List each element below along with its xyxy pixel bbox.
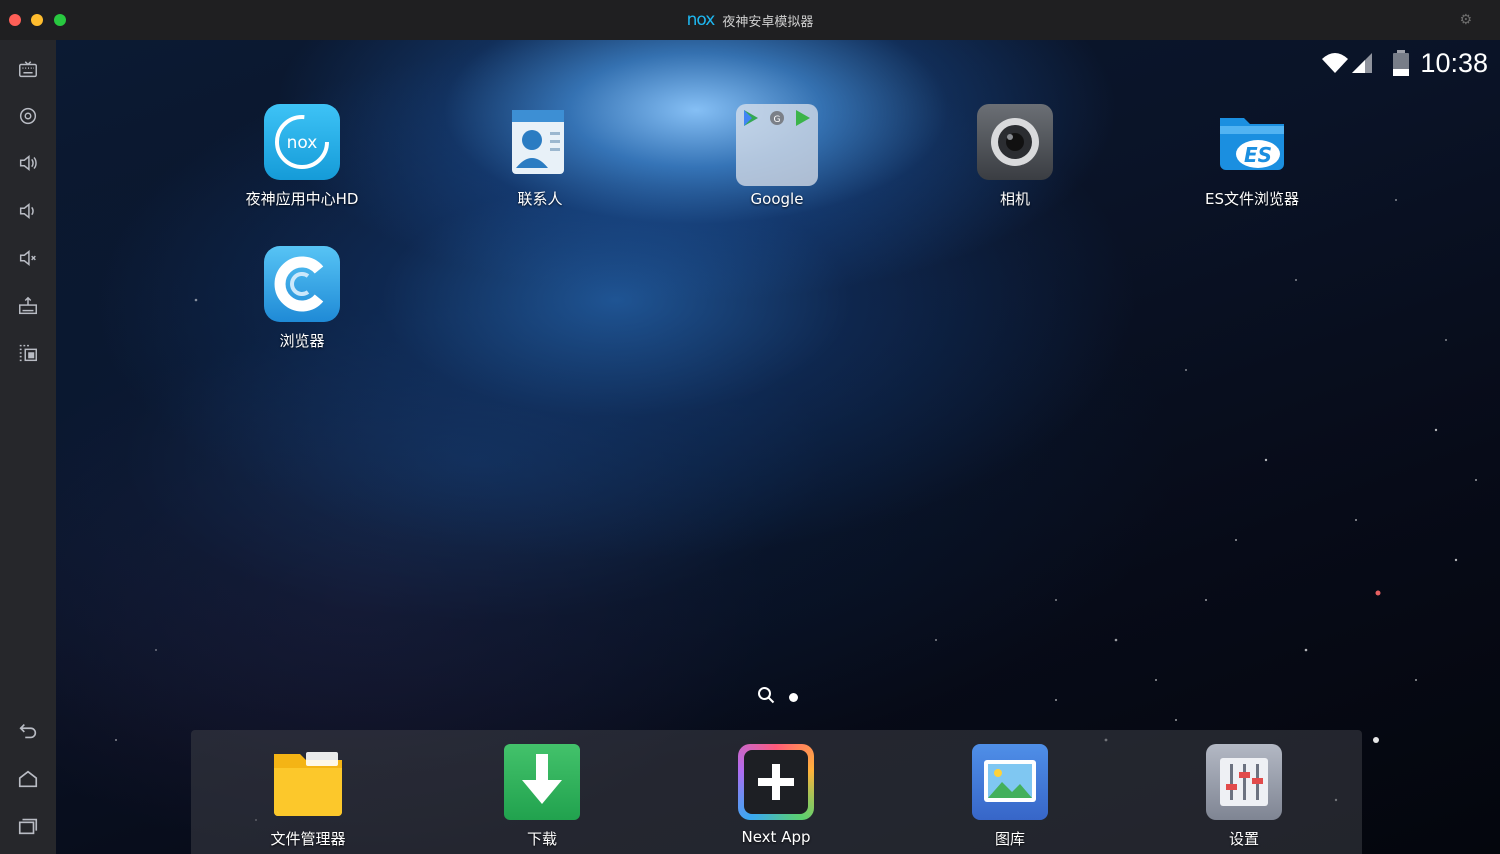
app-es-file-explorer[interactable]: ES ES文件浏览器 xyxy=(1177,104,1327,209)
app-label: 浏览器 xyxy=(279,332,325,350)
app-label: 下载 xyxy=(526,830,557,848)
app-gallery[interactable]: 图库 xyxy=(935,744,1085,849)
next-app-icon xyxy=(738,744,814,820)
app-label: 文件管理器 xyxy=(270,830,346,848)
signal-icons xyxy=(1322,53,1373,73)
volume-down-icon[interactable] xyxy=(16,199,40,223)
recent-apps-icon[interactable] xyxy=(16,814,40,838)
volume-up-icon[interactable] xyxy=(16,151,40,175)
app-dock: 文件管理器 下载 Next App 图库 设置 xyxy=(191,730,1362,854)
app-label: 设置 xyxy=(1228,830,1259,848)
status-bar: 10:38 xyxy=(1320,48,1488,78)
app-browser[interactable]: 浏览器 xyxy=(227,246,377,351)
status-clock: 10:38 xyxy=(1420,47,1488,78)
nox-logo: nox xyxy=(686,10,716,30)
app-label: ES文件浏览器 xyxy=(1205,190,1299,208)
file-manager-icon xyxy=(270,744,346,820)
app-label: 图库 xyxy=(994,830,1025,848)
browser-icon xyxy=(264,246,340,322)
window-title-text: 夜神安卓模拟器 xyxy=(722,14,814,30)
download-icon xyxy=(504,744,580,820)
sidebar-toolbar xyxy=(0,40,56,854)
app-contacts[interactable]: 联系人 xyxy=(465,104,615,209)
app-label: 相机 xyxy=(999,190,1030,208)
google-folder-icon: G xyxy=(736,104,818,186)
window-title: nox 夜神安卓模拟器 xyxy=(0,0,1500,40)
battery-icon xyxy=(1393,50,1410,76)
svg-text:G: G xyxy=(774,115,781,125)
home-icon[interactable] xyxy=(16,767,40,791)
app-next-app[interactable]: Next App xyxy=(701,744,851,846)
location-icon[interactable] xyxy=(16,104,40,128)
gallery-icon xyxy=(972,744,1048,820)
app-nox-app-center[interactable]: nox 夜神应用中心HD xyxy=(227,104,377,209)
apk-install-icon[interactable] xyxy=(16,294,40,318)
nox-app-center-icon: nox xyxy=(264,104,340,180)
app-settings[interactable]: 设置 xyxy=(1169,744,1319,849)
app-file-manager[interactable]: 文件管理器 xyxy=(233,744,383,849)
settings-gear-icon[interactable]: ⚙ xyxy=(1459,12,1472,28)
contacts-icon xyxy=(502,104,578,180)
multi-instance-icon[interactable] xyxy=(16,341,40,365)
app-camera[interactable]: 相机 xyxy=(940,104,1090,209)
page-dot-active[interactable] xyxy=(788,692,798,702)
es-file-explorer-icon: ES xyxy=(1214,104,1290,180)
mute-icon[interactable] xyxy=(16,246,40,270)
camera-icon xyxy=(977,104,1053,180)
settings-icon xyxy=(1206,744,1282,820)
title-bar: nox 夜神安卓模拟器 ⚙ xyxy=(0,0,1500,40)
app-google-folder[interactable]: G Google xyxy=(702,104,852,208)
app-label: 联系人 xyxy=(517,190,563,208)
app-label: Next App xyxy=(741,828,811,846)
search-icon[interactable] xyxy=(757,686,775,708)
app-label: Google xyxy=(750,190,804,208)
app-label: 夜神应用中心HD xyxy=(245,190,359,208)
keyboard-icon[interactable] xyxy=(16,58,40,82)
page-indicator xyxy=(56,686,1500,708)
svg-text:ES: ES xyxy=(1244,143,1272,167)
android-home-screen[interactable]: 10:38 nox 夜神应用中心HD 联系人 G Google 相机 ES ES… xyxy=(56,40,1500,854)
app-download[interactable]: 下载 xyxy=(467,744,617,849)
back-icon[interactable] xyxy=(16,719,40,743)
svg-text:nox: nox xyxy=(287,133,318,153)
